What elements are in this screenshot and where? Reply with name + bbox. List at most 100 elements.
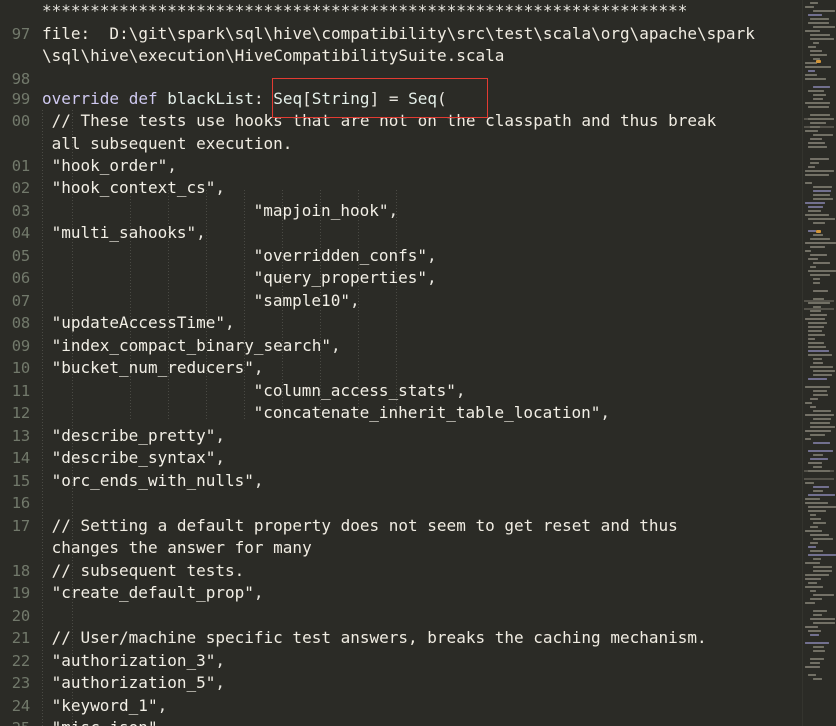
minimap-line xyxy=(807,14,822,16)
minimap-line xyxy=(807,674,816,676)
minimap-line xyxy=(810,526,818,528)
code-token-punc: , xyxy=(600,403,611,422)
minimap-line xyxy=(812,26,835,28)
code-token-punc: , xyxy=(157,696,168,715)
minimap-line xyxy=(805,498,820,500)
code-line[interactable]: "create_default_prop", xyxy=(52,582,264,604)
minimap-line xyxy=(805,66,831,68)
code-token-cmt: // subsequent tests. xyxy=(51,561,245,580)
minimap-line xyxy=(807,70,815,72)
code-token-str: "multi_sahooks" xyxy=(51,223,197,242)
minimap-line xyxy=(812,362,823,364)
line-number: 18 xyxy=(11,562,30,580)
minimap-line xyxy=(810,266,816,268)
code-line[interactable]: "describe_pretty", xyxy=(52,425,225,447)
minimap-line xyxy=(810,34,830,36)
minimap-line xyxy=(810,534,829,536)
minimap-line xyxy=(807,554,836,556)
minimap-line xyxy=(812,646,824,648)
line-number: 01 xyxy=(11,157,30,175)
minimap-separator xyxy=(804,478,834,480)
line-number: 06 xyxy=(11,269,30,287)
minimap-line xyxy=(807,630,821,632)
code-line[interactable]: "query_properties", xyxy=(254,267,437,289)
code-token-punc xyxy=(158,89,168,108)
line-number: 20 xyxy=(11,607,30,625)
minimap-line xyxy=(805,30,820,32)
code-token-cmt: \sql\hive\execution\HiveCompatibilitySui… xyxy=(42,46,505,65)
code-line[interactable]: "hook_order", xyxy=(52,155,177,177)
minimap-accent xyxy=(816,60,821,63)
line-number: 00 xyxy=(11,112,30,130)
code-line[interactable]: file: D:\git\spark\sql\hive\compatibilit… xyxy=(42,23,755,45)
minimap-line xyxy=(807,346,826,348)
minimap-line xyxy=(812,538,833,540)
minimap-line xyxy=(807,462,822,464)
minimap-line xyxy=(810,426,835,428)
code-line[interactable]: "overridden_confs", xyxy=(254,245,437,267)
code-line[interactable]: override def blackList: Seq[String] = Se… xyxy=(42,88,447,110)
minimap-line xyxy=(812,490,823,492)
minimap-line xyxy=(812,282,820,284)
code-token-punc xyxy=(119,89,129,108)
code-line[interactable]: "keyword_1", xyxy=(52,695,168,717)
code-line[interactable]: "authorization_5", xyxy=(52,672,225,694)
minimap-line xyxy=(807,494,835,496)
minimap-line xyxy=(812,466,822,468)
line-number: 10 xyxy=(11,359,30,377)
code-content[interactable]: ****************************************… xyxy=(0,0,802,726)
code-line[interactable]: all subsequent execution. xyxy=(52,133,293,155)
minimap-line xyxy=(812,650,825,652)
minimap-line xyxy=(810,458,828,460)
minimap-line xyxy=(812,194,830,196)
code-line[interactable]: "mapjoin_hook", xyxy=(254,200,399,222)
code-line[interactable]: // subsequent tests. xyxy=(52,560,245,582)
code-token-punc: , xyxy=(253,471,264,490)
minimap-line xyxy=(807,334,825,336)
code-line[interactable]: "index_compact_binary_search", xyxy=(52,335,341,357)
minimap-line xyxy=(810,590,816,592)
code-line[interactable]: ****************************************… xyxy=(42,0,687,22)
minimap-line xyxy=(810,542,818,544)
minimap-line xyxy=(812,86,830,88)
code-line[interactable]: // Setting a default property does not s… xyxy=(52,515,678,537)
code-token-punc: , xyxy=(215,673,226,692)
code-token-id: Seq xyxy=(273,89,303,108)
code-token-str: "bucket_num_reducers" xyxy=(51,358,254,377)
code-line[interactable]: "sample10", xyxy=(254,290,360,312)
code-line[interactable]: "concatenate_inherit_table_location", xyxy=(254,402,610,424)
code-line[interactable]: "authorization_3", xyxy=(52,650,225,672)
code-line[interactable]: "hook_context_cs", xyxy=(52,177,225,199)
minimap-line xyxy=(812,10,835,12)
code-editor[interactable]: ****************************************… xyxy=(0,0,836,726)
code-line[interactable]: "describe_syntax", xyxy=(52,447,225,469)
code-line[interactable]: "column_access_stats", xyxy=(254,380,466,402)
minimap-line xyxy=(805,642,829,644)
code-token-cmt: changes the answer for many xyxy=(51,538,312,557)
minimap-line xyxy=(805,242,836,244)
code-line[interactable]: "orc_ends_with_nulls", xyxy=(52,470,264,492)
minimap-line xyxy=(810,634,819,636)
code-line[interactable]: "updateAccessTime", xyxy=(52,312,235,334)
minimap[interactable] xyxy=(802,0,836,726)
minimap-line xyxy=(805,666,820,668)
code-line[interactable]: // User/machine specific test answers, b… xyxy=(52,627,707,649)
minimap-line xyxy=(810,246,825,248)
line-number: 24 xyxy=(11,697,30,715)
line-number: 07 xyxy=(11,292,30,310)
code-token-punc: ( xyxy=(437,89,447,108)
code-token-str: "misc_json" xyxy=(52,718,158,726)
code-line[interactable]: "bucket_num_reducers", xyxy=(52,357,264,379)
minimap-line xyxy=(807,270,836,272)
code-line[interactable]: // These tests use hooks that are not on… xyxy=(52,110,717,132)
line-number: 13 xyxy=(11,427,30,445)
code-line[interactable]: "misc_json", xyxy=(52,717,168,726)
code-token-id: String xyxy=(311,89,370,108)
line-number-gutter: 97 98 99 00 01 02 03 04 05 06 07 08 09 10 11 12 13 14 15 16… xyxy=(0,0,34,726)
code-token-kw: def xyxy=(128,89,158,108)
code-line[interactable]: changes the answer for many xyxy=(52,537,312,559)
minimap-line xyxy=(810,422,830,424)
code-line[interactable]: \sql\hive\execution\HiveCompatibilitySui… xyxy=(42,45,504,67)
code-line[interactable]: "multi_sahooks", xyxy=(52,222,206,244)
minimap-edge xyxy=(802,0,803,726)
